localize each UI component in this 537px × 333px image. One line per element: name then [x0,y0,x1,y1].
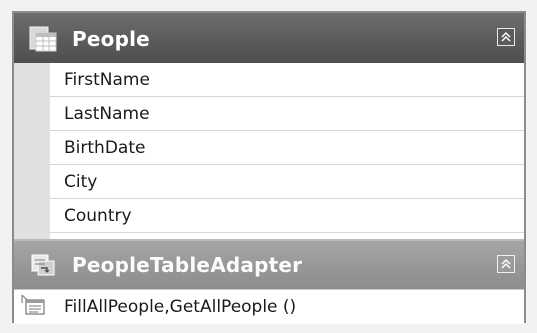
column-name: Country [64,206,132,226]
chevron-up-icon [501,258,511,269]
query-method-icon [21,294,45,315]
column-name: BirthDate [64,138,146,158]
tableadapter-icon [31,254,55,276]
collapse-chevron-icon[interactable] [497,28,515,46]
datatable-panel[interactable]: People FirstName LastName BirthDate City [12,11,526,324]
column-name: City [64,172,98,192]
tableadapter-header[interactable]: PeopleTableAdapter [14,239,524,289]
column-row-country[interactable]: Country [50,199,524,233]
row-gutter [14,63,50,239]
chevron-up-icon [501,31,511,42]
collapse-chevron-icon[interactable] [497,255,515,273]
query-method-row[interactable]: FillAllPeople,GetAllPeople () [14,289,524,324]
column-row-lastname[interactable]: LastName [50,97,524,131]
column-row-birthdate[interactable]: BirthDate [50,131,524,165]
datatable-title: People [72,27,150,51]
column-row-firstname[interactable]: FirstName [50,63,524,97]
column-name: LastName [64,104,150,124]
query-method-name: FillAllPeople,GetAllPeople () [64,297,297,317]
tableadapter-title: PeopleTableAdapter [72,253,303,277]
datatable-icon [29,26,57,52]
column-list: FirstName LastName BirthDate City Countr… [14,63,524,239]
datatable-header[interactable]: People [14,13,524,63]
column-row-city[interactable]: City [50,165,524,199]
column-name: FirstName [64,70,150,90]
dataset-designer-canvas: People FirstName LastName BirthDate City [0,0,537,333]
